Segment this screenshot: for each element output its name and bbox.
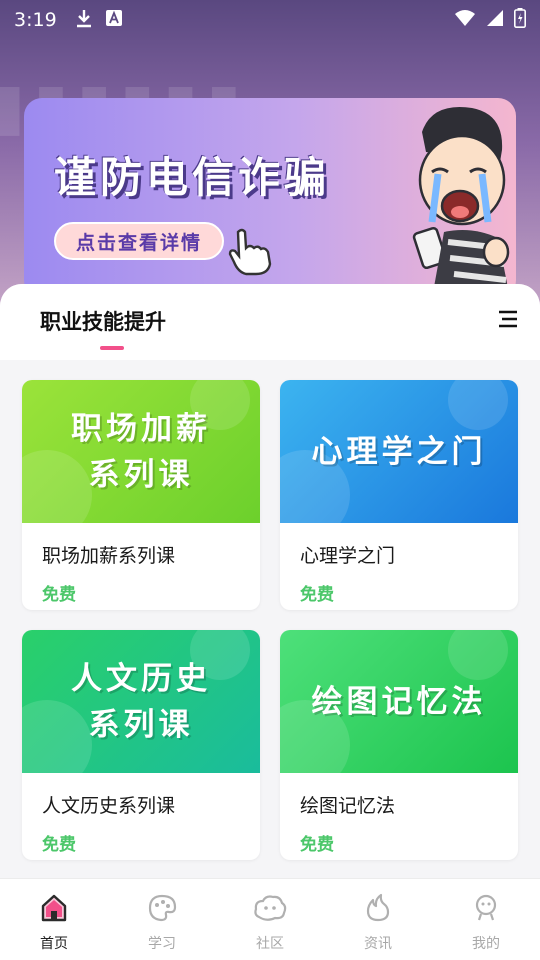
nav-label: 学习 [148, 936, 176, 952]
flame-icon [363, 893, 393, 927]
home-icon [39, 893, 69, 927]
profile-icon [471, 893, 501, 927]
wifi-icon [454, 9, 476, 31]
nav-item-learn[interactable]: 学习 [122, 893, 202, 953]
course-thumbnail: 绘图记忆法 [280, 630, 518, 773]
palette-icon [147, 893, 177, 927]
thumbnail-text: 职场加薪 系列课 [71, 410, 211, 493]
font-icon [105, 9, 123, 31]
course-thumbnail: 心理学之门 [280, 380, 518, 523]
course-price: 免费 [300, 835, 334, 855]
thumbnail-decoration [448, 380, 508, 430]
thumbnail-decoration [448, 630, 508, 680]
thumbnail-text: 人文历史 系列课 [71, 660, 211, 743]
status-bar: 3:19 [0, 0, 540, 40]
section-tab-indicator [100, 346, 124, 350]
course-name: 心理学之门 [300, 545, 396, 567]
course-name: 绘图记忆法 [300, 795, 396, 817]
course-price: 免费 [300, 585, 334, 605]
status-time: 3:19 [14, 9, 57, 31]
thumbnail-text: 心理学之门 [311, 433, 487, 470]
course-card[interactable]: 职场加薪 系列课 职场加薪系列课 免费 [22, 380, 260, 610]
thumbnail-text: 绘图记忆法 [311, 683, 487, 720]
section-header: 职业技能提升 [0, 284, 540, 360]
course-thumbnail: 人文历史 系列课 [22, 630, 260, 773]
course-price: 免费 [42, 585, 76, 605]
nav-item-profile[interactable]: 我的 [446, 893, 526, 953]
pointer-hand-icon [224, 226, 278, 280]
banner[interactable]: 谨防电信诈骗 点击查看详情 [24, 98, 516, 298]
content-sheet: 职业技能提升 职场加薪 系列课 职场加薪系列课 免费 心理学之门 心理学之门 免… [0, 284, 540, 878]
course-card[interactable]: 心理学之门 心理学之门 免费 [280, 380, 518, 610]
nav-label: 社区 [256, 936, 284, 952]
nav-item-news[interactable]: 资讯 [338, 893, 418, 953]
nav-label: 资讯 [364, 936, 392, 952]
nav-label: 首页 [40, 936, 68, 952]
course-name: 人文历史系列课 [42, 795, 176, 817]
nav-item-home[interactable]: 首页 [14, 893, 94, 953]
course-thumbnail: 职场加薪 系列课 [22, 380, 260, 523]
crying-character-illustration [392, 102, 516, 298]
signal-icon [486, 9, 504, 31]
bottom-nav: 首页 学习 社区 资讯 我的 [0, 878, 540, 960]
download-icon [75, 8, 93, 32]
nav-item-community[interactable]: 社区 [230, 893, 310, 953]
course-grid: 职场加薪 系列课 职场加薪系列课 免费 心理学之门 心理学之门 免费 人文历史 … [22, 380, 518, 860]
course-card[interactable]: 人文历史 系列课 人文历史系列课 免费 [22, 630, 260, 860]
battery-icon [514, 8, 526, 32]
banner-cta-button[interactable]: 点击查看详情 [54, 222, 225, 260]
menu-icon[interactable] [498, 310, 518, 332]
course-price: 免费 [42, 835, 76, 855]
section-tab-title[interactable]: 职业技能提升 [40, 306, 166, 336]
banner-title: 谨防电信诈骗 [54, 153, 331, 202]
course-name: 职场加薪系列课 [42, 545, 176, 567]
course-card[interactable]: 绘图记忆法 绘图记忆法 免费 [280, 630, 518, 860]
community-icon [253, 893, 287, 927]
nav-label: 我的 [472, 936, 500, 952]
